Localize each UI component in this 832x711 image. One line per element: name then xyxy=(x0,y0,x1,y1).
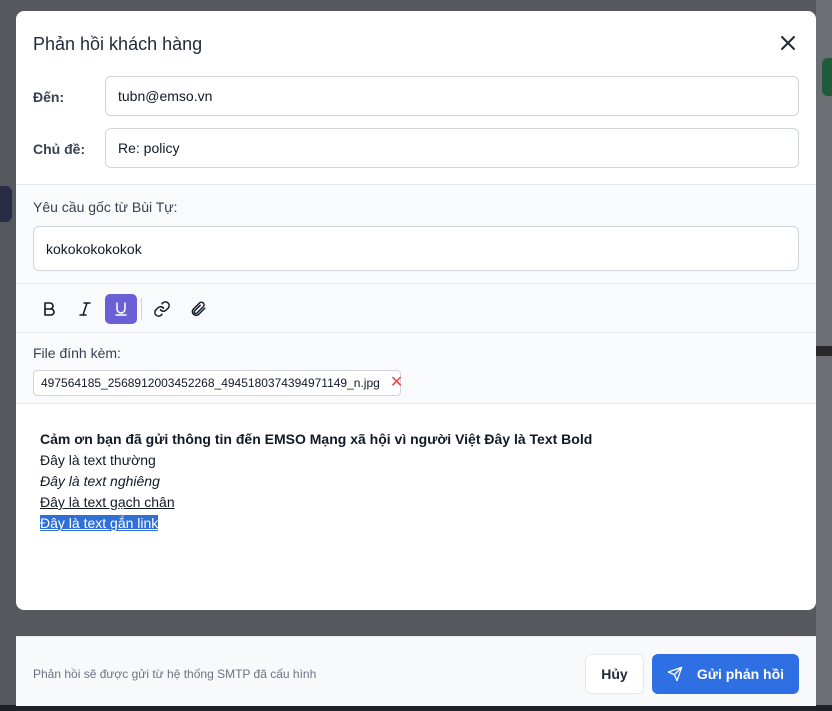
modal-title: Phản hồi khách hàng xyxy=(33,34,203,54)
italic-icon xyxy=(79,302,91,316)
link-button[interactable] xyxy=(146,294,178,324)
editor-thanks-text: Cảm ơn bạn đã gửi thông tin đến EMSO Mạn… xyxy=(40,431,481,447)
send-reply-button[interactable]: Gửi phản hồi xyxy=(652,654,799,694)
editor-toolbar xyxy=(16,283,816,333)
italic-button[interactable] xyxy=(69,294,101,324)
editor-bold-text: Đây là Text Bold xyxy=(480,431,593,447)
footer-note: Phản hồi sẽ được gửi từ hệ thống SMTP đã… xyxy=(33,667,317,681)
link-icon xyxy=(154,301,170,317)
editor-line-link[interactable]: Đây là text gắn link xyxy=(40,515,159,531)
modal-footer: Phản hồi sẽ được gửi từ hệ thống SMTP đã… xyxy=(16,636,816,706)
attachments-section: File đính kèm: 497564185_256891200345226… xyxy=(16,332,816,403)
background-left-tab xyxy=(0,186,12,222)
subject-field[interactable]: Re: policy xyxy=(105,128,799,168)
attachments-label: File đính kèm: xyxy=(33,345,121,361)
cancel-button[interactable]: Hủy xyxy=(585,654,644,694)
toolbar-separator xyxy=(141,298,142,320)
to-field[interactable]: tubn@emso.vn xyxy=(105,76,799,116)
background-bar xyxy=(816,346,832,356)
send-icon xyxy=(667,666,683,682)
send-reply-label: Gửi phản hồi xyxy=(696,666,785,682)
editor-line-underline: Đây là text gạch chân xyxy=(40,494,175,510)
editor-line-normal: Đây là text thường xyxy=(40,452,156,468)
reply-modal: Phản hồi khách hàng Đến: tubn@emso.vn Ch… xyxy=(16,11,816,610)
editor-line-italic: Đây là text nghiêng xyxy=(40,473,160,489)
attachment-filename: 497564185_2568912003452268_4945180374394… xyxy=(41,376,380,390)
bold-button[interactable] xyxy=(33,294,65,324)
bold-icon xyxy=(44,302,55,316)
divider xyxy=(16,403,816,404)
underline-icon xyxy=(115,302,127,316)
background-green-button xyxy=(822,58,832,96)
attachment-chip: 497564185_2568912003452268_4945180374394… xyxy=(33,370,403,396)
original-request-text: kokokokokokok xyxy=(33,226,799,271)
remove-attachment-icon[interactable]: ✕ xyxy=(390,375,403,391)
to-label: Đến: xyxy=(33,89,65,105)
original-request-section: Yêu cầu gốc từ Bùi Tự: kokokokokokok xyxy=(16,184,816,283)
editor-line-bold: Cảm ơn bạn đã gửi thông tin đến EMSO Mạn… xyxy=(40,429,780,450)
close-icon xyxy=(781,36,795,50)
editor-body[interactable]: Cảm ơn bạn đã gửi thông tin đến EMSO Mạn… xyxy=(40,429,780,534)
original-request-label: Yêu cầu gốc từ Bùi Tự: xyxy=(33,199,178,215)
subject-label: Chủ đề: xyxy=(33,141,86,157)
paperclip-icon xyxy=(191,301,206,317)
underline-button[interactable] xyxy=(105,294,137,324)
close-button[interactable] xyxy=(776,31,800,55)
attach-button[interactable] xyxy=(182,294,214,324)
